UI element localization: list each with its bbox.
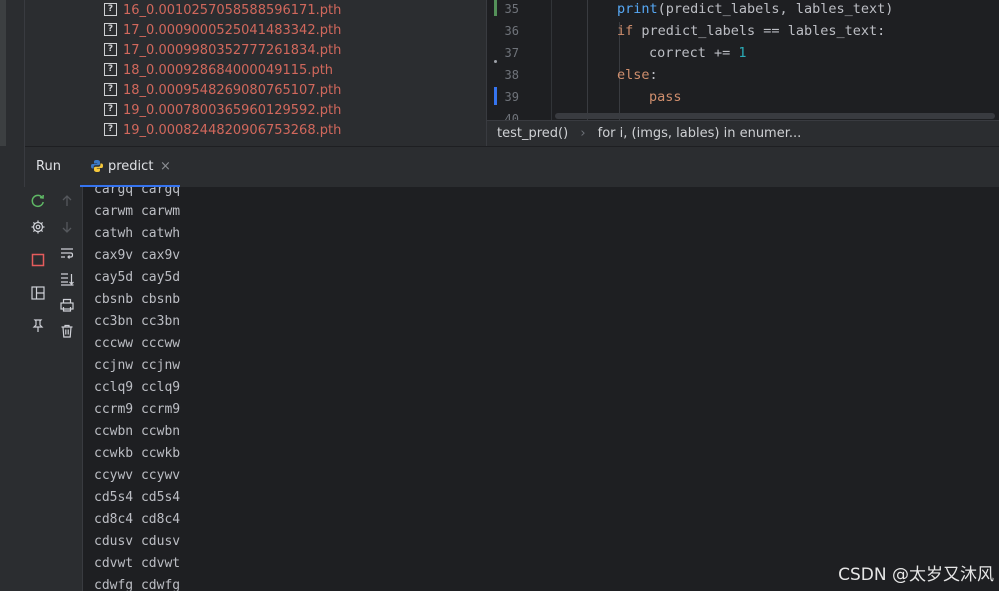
- soft-wrap-icon[interactable]: [59, 245, 75, 261]
- tree-file-item[interactable]: ? 19_0.0008244820906753268.pth: [104, 121, 341, 141]
- tree-file-item[interactable]: ? 17_0.0009980352777261834.pth: [104, 41, 341, 61]
- code-line-35: print(predict_labels, lables_text): [617, 1, 894, 17]
- unknown-file-icon: ?: [104, 103, 117, 116]
- console-line: catwh catwh: [94, 226, 181, 241]
- line-number: 35: [504, 2, 519, 16]
- rerun-icon[interactable]: [30, 193, 46, 209]
- console-line: cax9v cax9v: [94, 248, 181, 263]
- project-tree: ? 16_0.0010257058588596171.pth ? 17_0.0009…: [0, 0, 486, 146]
- unknown-file-icon: ?: [104, 3, 117, 16]
- left-tool-strip: [0, 146, 25, 591]
- scroll-to-end-icon[interactable]: [59, 271, 75, 287]
- console-line: cargq cargq: [94, 187, 181, 197]
- console-output[interactable]: cargq cargq carwm carwm catwh catwh cax9v c…: [83, 187, 999, 591]
- layout-icon[interactable]: [30, 285, 46, 301]
- tree-file-item[interactable]: ? 17_0.0009000525041483342.pth: [104, 21, 341, 41]
- breadcrumb-chevron-icon: ›: [580, 126, 586, 141]
- console-line: cd5s4 cd5s4: [94, 490, 181, 505]
- tree-file-item[interactable]: ? 18_0.000928684000049115.pth: [104, 61, 333, 81]
- run-toolbar-secondary: [52, 187, 83, 591]
- run-toolbar-primary: [24, 187, 52, 591]
- arrow-up-icon[interactable]: [59, 193, 75, 209]
- line-number: 39: [504, 90, 519, 104]
- console-line: ccywv ccywv: [94, 468, 181, 483]
- gear-icon[interactable]: [30, 219, 46, 235]
- console-line: ccwkb ccwkb: [94, 446, 181, 461]
- line-number: 36: [504, 24, 519, 38]
- horizontal-scrollbar[interactable]: [555, 113, 995, 119]
- python-icon: [91, 160, 103, 172]
- gutter-divider: [551, 0, 552, 120]
- pin-icon[interactable]: [30, 318, 46, 334]
- run-title[interactable]: Run: [36, 159, 61, 174]
- tab-predict[interactable]: predict ×: [80, 147, 180, 187]
- unknown-file-icon: ?: [104, 43, 117, 56]
- console-line: cdwfg cdwfg: [94, 578, 181, 591]
- tab-label: predict: [108, 159, 154, 174]
- console-line: cccww cccww: [94, 336, 181, 351]
- console-line: ccrm9 ccrm9: [94, 402, 181, 417]
- breadcrumb-function[interactable]: test_pred(): [497, 121, 568, 147]
- code-line-36: if predict_labels == lables_text:: [617, 23, 886, 39]
- console-line: ccjnw ccjnw: [94, 358, 181, 373]
- code-line-37: correct += 1: [649, 45, 747, 61]
- watermark: CSDN @太岁又沐风: [838, 565, 994, 585]
- code-line-38: else:: [617, 67, 658, 83]
- trash-icon[interactable]: [59, 323, 75, 339]
- console-line: cc3bn cc3bn: [94, 314, 181, 329]
- console-line: cclq9 cclq9: [94, 380, 181, 395]
- console-line: carwm carwm: [94, 204, 181, 219]
- tree-file-item[interactable]: ? 18_0.0009548269080765107.pth: [104, 81, 341, 101]
- close-icon[interactable]: ×: [160, 159, 171, 174]
- console-line: cdvwt cdvwt: [94, 556, 181, 571]
- console-line: cay5d cay5d: [94, 270, 181, 285]
- unknown-file-icon: ?: [104, 123, 117, 136]
- breadcrumb-loop[interactable]: for i, (imgs, lables) in enumer...: [598, 121, 802, 147]
- tree-side-strip: [6, 0, 25, 146]
- arrow-down-icon[interactable]: [59, 219, 75, 235]
- unknown-file-icon: ?: [104, 83, 117, 96]
- stop-icon[interactable]: [30, 252, 46, 268]
- console-line: ccwbn ccwbn: [94, 424, 181, 439]
- code-line-39: pass: [649, 89, 682, 105]
- unknown-file-icon: ?: [104, 23, 117, 36]
- breadcrumb: test_pred() › for i, (imgs, lables) in e…: [486, 120, 999, 147]
- unknown-file-icon: ?: [104, 63, 117, 76]
- indent-guide: [587, 0, 588, 120]
- tree-file-item[interactable]: ? 19_0.0007800365960129592.pth: [104, 101, 341, 121]
- line-number: 38: [504, 68, 519, 82]
- console-line: cd8c4 cd8c4: [94, 512, 181, 527]
- console-line: cbsnb cbsnb: [94, 292, 181, 307]
- console-line: cdusv cdusv: [94, 534, 181, 549]
- print-icon[interactable]: [59, 297, 75, 313]
- run-tool-window-header: Run predict ×: [0, 146, 999, 188]
- tree-file-item[interactable]: ? 16_0.0010257058588596171.pth: [104, 1, 341, 21]
- line-number: 37: [504, 46, 519, 60]
